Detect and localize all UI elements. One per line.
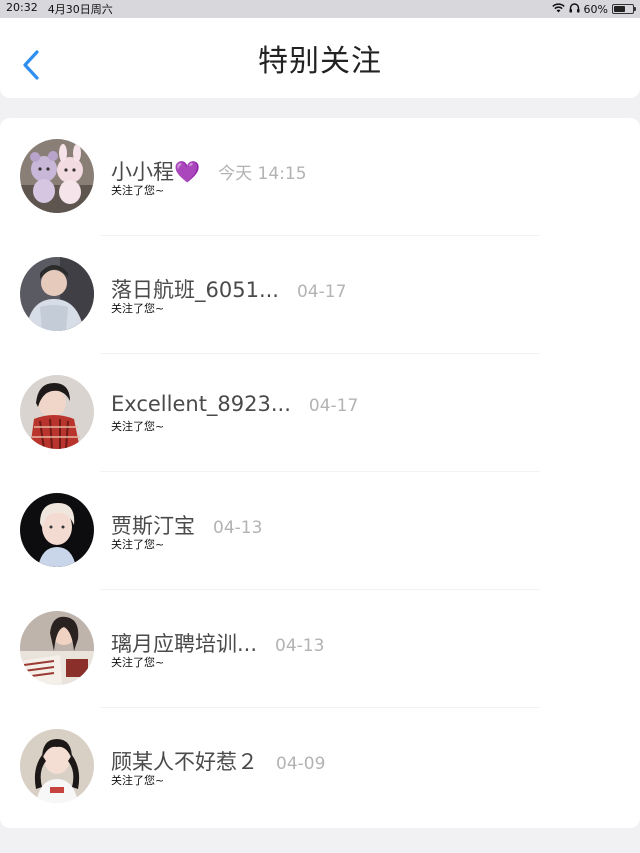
- list-item[interactable]: 贾斯汀宝 04-13 关注了您~: [0, 472, 640, 590]
- list-item[interactable]: 璃月应聘培训... 04-13 关注了您~: [0, 590, 640, 708]
- follow-status: 关注了您~: [111, 538, 165, 551]
- follow-time: 04-17: [308, 396, 359, 416]
- list-item[interactable]: 顾某人不好惹２ 04-09 关注了您~: [0, 708, 640, 826]
- follow-time: 04-17: [296, 282, 347, 302]
- back-button[interactable]: [22, 48, 46, 82]
- avatar[interactable]: [20, 611, 94, 685]
- avatar[interactable]: [20, 257, 94, 331]
- plush-toys-image: [20, 139, 94, 213]
- follow-time: 04-13: [275, 636, 325, 656]
- list-item[interactable]: 落日航班_6051... 04-17 关注了您~: [0, 236, 640, 354]
- battery-percent: 60%: [583, 2, 608, 16]
- follow-list: 小小程💜 今天 14:15 关注了您~ 落日航班_6051... 04-17 关…: [0, 118, 640, 828]
- wifi-icon: [551, 2, 565, 16]
- status-bar: 20:32 4月30日周六 60%: [0, 0, 640, 18]
- person-twintails-image: [20, 729, 94, 803]
- person-blonde-image: [20, 493, 94, 567]
- person-scarf-image: [20, 375, 94, 449]
- follow-time: 04-13: [213, 518, 263, 538]
- follow-status: 关注了您~: [111, 774, 165, 787]
- avatar[interactable]: [20, 139, 94, 213]
- person-reading-image: [20, 611, 94, 685]
- status-date: 4月30日周六: [47, 3, 113, 16]
- follow-time: 今天 14:15: [218, 164, 307, 184]
- follow-status: 关注了您~: [111, 656, 165, 669]
- user-name: Excellent_8923...: [111, 392, 291, 416]
- follow-status: 关注了您~: [111, 302, 165, 315]
- battery-icon: [612, 4, 636, 14]
- list-item[interactable]: Excellent_8923... 04-17 关注了您~: [0, 354, 640, 472]
- follow-status: 关注了您~: [111, 420, 165, 433]
- headphones-icon: [569, 2, 580, 16]
- person-jacket-image: [20, 257, 94, 331]
- avatar[interactable]: [20, 729, 94, 803]
- status-time: 20:32: [6, 1, 38, 14]
- follow-time: 04-09: [276, 754, 326, 774]
- follow-status: 关注了您~: [111, 184, 165, 197]
- page-title: 特别关注: [258, 44, 382, 79]
- chevron-left-icon: [23, 50, 39, 80]
- list-item[interactable]: 小小程💜 今天 14:15 关注了您~: [0, 118, 640, 236]
- nav-header: 特别关注: [0, 18, 640, 98]
- avatar[interactable]: [20, 375, 94, 449]
- avatar[interactable]: [20, 493, 94, 567]
